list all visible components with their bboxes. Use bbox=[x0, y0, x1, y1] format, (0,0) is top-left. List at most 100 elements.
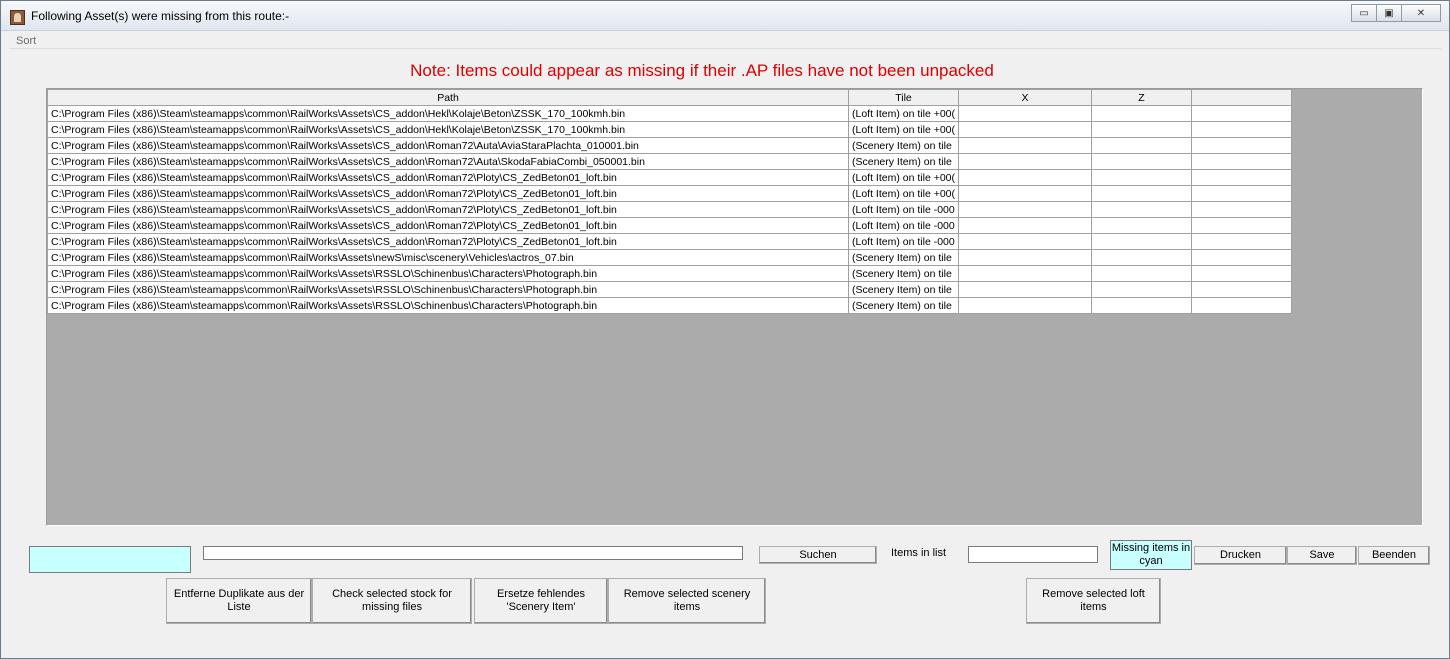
table-row[interactable]: C:\Program Files (x86)\Steam\steamapps\c… bbox=[47, 185, 1293, 202]
minimize-button[interactable]: ▭ bbox=[1351, 4, 1377, 22]
cell-path[interactable]: C:\Program Files (x86)\Steam\steamapps\c… bbox=[47, 185, 849, 202]
table-row[interactable]: C:\Program Files (x86)\Steam\steamapps\c… bbox=[47, 153, 1293, 170]
cell-x[interactable] bbox=[958, 297, 1093, 314]
cell-tile[interactable]: (Loft Item) on tile -000 bbox=[847, 233, 960, 250]
cell-x[interactable] bbox=[958, 201, 1093, 218]
cell-extra[interactable] bbox=[1191, 265, 1293, 282]
cell-tile[interactable]: (Scenery Item) on tile bbox=[847, 153, 960, 170]
table-row[interactable]: C:\Program Files (x86)\Steam\steamapps\c… bbox=[47, 281, 1293, 298]
cell-x[interactable] bbox=[958, 105, 1093, 122]
cell-extra[interactable] bbox=[1191, 217, 1293, 234]
remove-loft-button[interactable]: Remove selected loft items bbox=[1026, 578, 1161, 624]
cell-path[interactable]: C:\Program Files (x86)\Steam\steamapps\c… bbox=[47, 105, 849, 122]
table-row[interactable]: C:\Program Files (x86)\Steam\steamapps\c… bbox=[47, 105, 1293, 122]
cell-extra[interactable] bbox=[1191, 297, 1293, 314]
cell-z[interactable] bbox=[1091, 297, 1193, 314]
cell-x[interactable] bbox=[958, 217, 1093, 234]
close-button[interactable]: ✕ bbox=[1401, 4, 1441, 22]
cell-path[interactable]: C:\Program Files (x86)\Steam\steamapps\c… bbox=[47, 281, 849, 298]
save-button[interactable]: Save bbox=[1287, 546, 1357, 565]
cell-tile[interactable]: (Scenery Item) on tile bbox=[847, 297, 960, 314]
cell-x[interactable] bbox=[958, 281, 1093, 298]
cell-x[interactable] bbox=[958, 265, 1093, 282]
cell-extra[interactable] bbox=[1191, 153, 1293, 170]
cell-z[interactable] bbox=[1091, 185, 1193, 202]
search-button[interactable]: Suchen bbox=[759, 546, 877, 564]
cell-path[interactable]: C:\Program Files (x86)\Steam\steamapps\c… bbox=[47, 249, 849, 266]
cell-x[interactable] bbox=[958, 249, 1093, 266]
cell-tile[interactable]: (Scenery Item) on tile bbox=[847, 249, 960, 266]
cell-z[interactable] bbox=[1091, 249, 1193, 266]
table-row[interactable]: C:\Program Files (x86)\Steam\steamapps\c… bbox=[47, 201, 1293, 218]
cell-path[interactable]: C:\Program Files (x86)\Steam\steamapps\c… bbox=[47, 169, 849, 186]
cell-extra[interactable] bbox=[1191, 249, 1293, 266]
title-bar[interactable]: Following Asset(s) were missing from thi… bbox=[1, 1, 1449, 31]
cell-tile[interactable]: (Scenery Item) on tile bbox=[847, 137, 960, 154]
cell-path[interactable]: C:\Program Files (x86)\Steam\steamapps\c… bbox=[47, 265, 849, 282]
cell-x[interactable] bbox=[958, 137, 1093, 154]
cell-extra[interactable] bbox=[1191, 281, 1293, 298]
cell-path[interactable]: C:\Program Files (x86)\Steam\steamapps\c… bbox=[47, 137, 849, 154]
table-row[interactable]: C:\Program Files (x86)\Steam\steamapps\c… bbox=[47, 217, 1293, 234]
cell-extra[interactable] bbox=[1191, 137, 1293, 154]
cell-z[interactable] bbox=[1091, 105, 1193, 122]
cell-x[interactable] bbox=[958, 169, 1093, 186]
cell-z[interactable] bbox=[1091, 153, 1193, 170]
cell-path[interactable]: C:\Program Files (x86)\Steam\steamapps\c… bbox=[47, 297, 849, 314]
cell-extra[interactable] bbox=[1191, 169, 1293, 186]
cell-tile[interactable]: (Scenery Item) on tile bbox=[847, 265, 960, 282]
cell-x[interactable] bbox=[958, 121, 1093, 138]
column-header-extra[interactable] bbox=[1191, 89, 1293, 106]
cell-tile[interactable]: (Scenery Item) on tile bbox=[847, 281, 960, 298]
table-row[interactable]: C:\Program Files (x86)\Steam\steamapps\c… bbox=[47, 169, 1293, 186]
table-row[interactable]: C:\Program Files (x86)\Steam\steamapps\c… bbox=[47, 249, 1293, 266]
table-row[interactable]: C:\Program Files (x86)\Steam\steamapps\c… bbox=[47, 233, 1293, 250]
items-in-list-field[interactable] bbox=[968, 546, 1098, 563]
cell-z[interactable] bbox=[1091, 201, 1193, 218]
table-row[interactable]: C:\Program Files (x86)\Steam\steamapps\c… bbox=[47, 265, 1293, 282]
cell-x[interactable] bbox=[958, 185, 1093, 202]
cell-extra[interactable] bbox=[1191, 185, 1293, 202]
assets-table[interactable]: Path Tile X Z C:\Program Files (x86)\Ste… bbox=[47, 89, 1293, 314]
cell-tile[interactable]: (Loft Item) on tile +00( bbox=[847, 105, 960, 122]
remove-duplicates-button[interactable]: Entferne Duplikate aus der Liste bbox=[166, 578, 312, 624]
cell-tile[interactable]: (Loft Item) on tile +00( bbox=[847, 169, 960, 186]
cell-extra[interactable] bbox=[1191, 105, 1293, 122]
cell-z[interactable] bbox=[1091, 265, 1193, 282]
cell-path[interactable]: C:\Program Files (x86)\Steam\steamapps\c… bbox=[47, 153, 849, 170]
cell-tile[interactable]: (Loft Item) on tile +00( bbox=[847, 121, 960, 138]
cell-tile[interactable]: (Loft Item) on tile -000 bbox=[847, 217, 960, 234]
cell-x[interactable] bbox=[958, 153, 1093, 170]
cell-path[interactable]: C:\Program Files (x86)\Steam\steamapps\c… bbox=[47, 217, 849, 234]
cell-extra[interactable] bbox=[1191, 201, 1293, 218]
cell-z[interactable] bbox=[1091, 233, 1193, 250]
cell-path[interactable]: C:\Program Files (x86)\Steam\steamapps\c… bbox=[47, 121, 849, 138]
print-button[interactable]: Drucken bbox=[1194, 546, 1287, 565]
cell-z[interactable] bbox=[1091, 169, 1193, 186]
cell-z[interactable] bbox=[1091, 137, 1193, 154]
status-cyan-field[interactable] bbox=[29, 546, 191, 573]
replace-scenery-button[interactable]: Ersetze fehlendes 'Scenery Item' bbox=[474, 578, 608, 624]
remove-scenery-button[interactable]: Remove selected scenery items bbox=[608, 578, 766, 624]
cell-extra[interactable] bbox=[1191, 233, 1293, 250]
table-row[interactable]: C:\Program Files (x86)\Steam\steamapps\c… bbox=[47, 297, 1293, 314]
missing-assets-grid[interactable]: Path Tile X Z C:\Program Files (x86)\Ste… bbox=[46, 88, 1423, 526]
check-stock-button[interactable]: Check selected stock for missing files bbox=[312, 578, 472, 624]
exit-button[interactable]: Beenden bbox=[1358, 546, 1430, 565]
search-input[interactable] bbox=[203, 546, 743, 560]
column-header-x[interactable]: X bbox=[958, 89, 1093, 106]
cell-tile[interactable]: (Loft Item) on tile -000 bbox=[847, 201, 960, 218]
table-row[interactable]: C:\Program Files (x86)\Steam\steamapps\c… bbox=[47, 137, 1293, 154]
cell-path[interactable]: C:\Program Files (x86)\Steam\steamapps\c… bbox=[47, 233, 849, 250]
menu-sort[interactable]: Sort bbox=[16, 35, 36, 47]
column-header-z[interactable]: Z bbox=[1091, 89, 1193, 106]
column-header-tile[interactable]: Tile bbox=[847, 89, 960, 106]
cell-path[interactable]: C:\Program Files (x86)\Steam\steamapps\c… bbox=[47, 201, 849, 218]
cell-z[interactable] bbox=[1091, 217, 1193, 234]
table-row[interactable]: C:\Program Files (x86)\Steam\steamapps\c… bbox=[47, 121, 1293, 138]
cell-x[interactable] bbox=[958, 233, 1093, 250]
column-header-path[interactable]: Path bbox=[47, 89, 849, 106]
cell-tile[interactable]: (Loft Item) on tile +00( bbox=[847, 185, 960, 202]
maximize-button[interactable]: ▣ bbox=[1376, 4, 1402, 22]
cell-extra[interactable] bbox=[1191, 121, 1293, 138]
